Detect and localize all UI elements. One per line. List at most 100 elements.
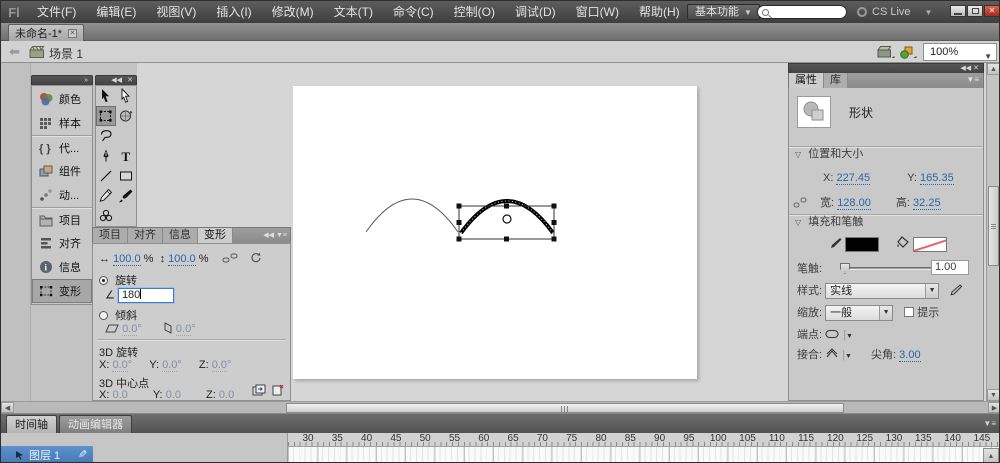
chevron-down-icon[interactable]: ▼ — [846, 333, 853, 340]
menu-item[interactable]: 视图(V) — [146, 1, 206, 23]
panel-menu-icon[interactable]: ▼≡ — [983, 419, 996, 428]
join-style-icon[interactable] — [825, 349, 839, 361]
menu-item[interactable]: 调试(D) — [505, 1, 566, 23]
search-input[interactable] — [757, 5, 847, 19]
timeline-ruler[interactable]: 3035404550556065707580859095100105110115… — [288, 433, 1000, 447]
menu-item[interactable]: 控制(O) — [444, 1, 505, 23]
stroke-weight-slider[interactable] — [842, 267, 934, 270]
skew-radio[interactable] — [99, 311, 108, 320]
height-value[interactable]: 32.25 — [913, 197, 941, 210]
edit-symbol-button[interactable] — [899, 45, 917, 60]
text-tool[interactable]: T — [116, 146, 136, 166]
link-width-height-icon[interactable] — [793, 197, 807, 209]
pen-tool[interactable] — [96, 146, 116, 166]
scroll-down-icon[interactable]: ▼ — [987, 389, 1000, 401]
dock-item-transform[interactable]: 变形 — [32, 279, 92, 303]
workspace-switcher-button[interactable]: 基本功能▼ — [687, 4, 760, 20]
cs-live-button[interactable]: CS Live ▼ — [857, 4, 932, 20]
menu-item[interactable]: 文件(F) — [27, 1, 86, 23]
deco-tool[interactable] — [96, 206, 116, 226]
horizontal-scrollbar-thumb[interactable] — [286, 403, 844, 413]
dock-item-components[interactable]: 组件 — [32, 159, 92, 183]
panel-menu-icon[interactable]: ◀◀ ▼≡ — [263, 231, 287, 239]
chevron-down-icon[interactable]: ▼ — [845, 353, 852, 360]
expand-panels-icon[interactable]: » — [84, 77, 88, 85]
panel-tab[interactable]: 项目 — [93, 228, 128, 243]
panel-menu-icon[interactable]: ▼≡ — [966, 75, 979, 84]
brush-tool[interactable] — [116, 186, 136, 206]
slider-thumb[interactable] — [840, 263, 850, 274]
gradient-transform-tool[interactable] — [116, 106, 136, 126]
stroke-style-select[interactable]: 实线 ▼ — [825, 283, 939, 299]
hinting-checkbox[interactable] — [904, 307, 914, 317]
remove-transform-icon[interactable] — [272, 384, 284, 396]
dock-item-align[interactable]: 对齐 — [32, 231, 92, 255]
scale-y-value[interactable]: 100.0 — [168, 253, 196, 266]
scroll-left-icon[interactable]: ◀ — [1, 402, 14, 413]
rotate-angle-input[interactable]: 180 — [118, 288, 174, 303]
timeline-scroll-up-icon[interactable]: ▲ — [983, 448, 999, 463]
collapse-close-icons[interactable]: ◀◀ ✕ — [960, 65, 979, 73]
stage-canvas[interactable] — [293, 86, 697, 379]
edit-scene-button[interactable] — [877, 45, 895, 60]
constrain-link-icon[interactable] — [222, 253, 241, 265]
line-tool[interactable] — [96, 166, 116, 186]
close-tab-icon[interactable]: ✕ — [68, 29, 77, 38]
miter-value[interactable]: 3.00 — [899, 349, 920, 362]
selection-tool[interactable] — [96, 86, 116, 106]
close-panel-icon[interactable]: ✕ — [127, 77, 133, 85]
pencil-tool[interactable] — [96, 186, 116, 206]
skew-x-value[interactable]: 0.0 — [122, 323, 137, 336]
timeline-tab[interactable]: 时间轴 — [6, 415, 57, 433]
frames-grid[interactable] — [288, 447, 1000, 463]
document-tab[interactable]: 未命名-1* ✕ — [8, 24, 84, 41]
rectangle-tool[interactable] — [116, 166, 136, 186]
panel-tab[interactable]: 变形 — [198, 228, 233, 243]
section-fill-stroke[interactable]: ▽ 填充和笔触 — [789, 214, 983, 229]
rotate3d-z[interactable]: 0.0 — [212, 359, 227, 372]
stage-zoom-select[interactable]: 100% ▼ — [923, 43, 997, 61]
dock-item-code[interactable]: { }代... — [32, 135, 92, 159]
menu-item[interactable]: 插入(I) — [206, 1, 261, 23]
close-button[interactable]: ✕ — [984, 5, 1000, 17]
restore-button[interactable] — [967, 5, 983, 17]
vertical-scrollbar[interactable]: ▲ ▼ — [986, 63, 1000, 401]
layer-row[interactable]: 图层 1 ✎ — [1, 446, 93, 463]
lasso-tool[interactable] — [96, 126, 116, 146]
rotate3d-y[interactable]: 0.0 — [162, 359, 177, 372]
menu-item[interactable]: 帮助(H) — [629, 1, 690, 23]
skew-y-value[interactable]: 0.0 — [176, 323, 191, 336]
cap-style-icon[interactable] — [825, 329, 840, 341]
width-value[interactable]: 128.00 — [837, 197, 871, 210]
scale-x-value[interactable]: 100.0 — [113, 253, 141, 266]
rotate3d-x[interactable]: 0.0 — [112, 359, 127, 372]
transform-center-point[interactable] — [503, 215, 511, 223]
reset-scale-icon[interactable] — [249, 253, 261, 265]
panel-tab[interactable]: 属性 — [789, 73, 824, 88]
rotate-radio[interactable] — [99, 276, 108, 285]
back-arrow-icon[interactable]: ⬅ — [9, 44, 20, 60]
horizontal-scrollbar[interactable]: ◀ ▶ — [1, 401, 1000, 414]
duplicate-selection-and-transform-icon[interactable] — [252, 384, 266, 396]
menu-item[interactable]: 文本(T) — [324, 1, 383, 23]
dock-item-swatches[interactable]: 样本 — [32, 111, 92, 135]
panel-tab[interactable]: 信息 — [163, 228, 198, 243]
stroke-weight-value[interactable]: 1.00 — [931, 260, 969, 275]
section-position-size[interactable]: ▽ 位置和大小 — [789, 146, 983, 161]
position-y-value[interactable]: 165.35 — [920, 172, 954, 185]
dock-item-motion[interactable]: 动... — [32, 183, 92, 207]
panel-tab[interactable]: 库 — [824, 73, 848, 88]
vertical-scrollbar-thumb[interactable] — [988, 186, 999, 266]
dock-item-color[interactable]: 颜色 — [32, 87, 92, 111]
position-x-value[interactable]: 227.45 — [836, 172, 870, 185]
dock-item-info[interactable]: i信息 — [32, 255, 92, 279]
stroke-scale-select[interactable]: 一般 ▼ — [825, 305, 893, 321]
subselection-tool[interactable] — [116, 86, 136, 106]
menu-item[interactable]: 窗口(W) — [566, 1, 629, 23]
free-transform-tool[interactable] — [96, 106, 116, 126]
collapse-panel-icon[interactable]: ◀◀ — [111, 77, 122, 85]
stroke-color-swatch[interactable] — [845, 237, 879, 252]
fill-color-swatch-none[interactable] — [913, 237, 947, 252]
menu-item[interactable]: 命令(C) — [383, 1, 444, 23]
scroll-right-icon[interactable]: ▶ — [988, 402, 1000, 413]
